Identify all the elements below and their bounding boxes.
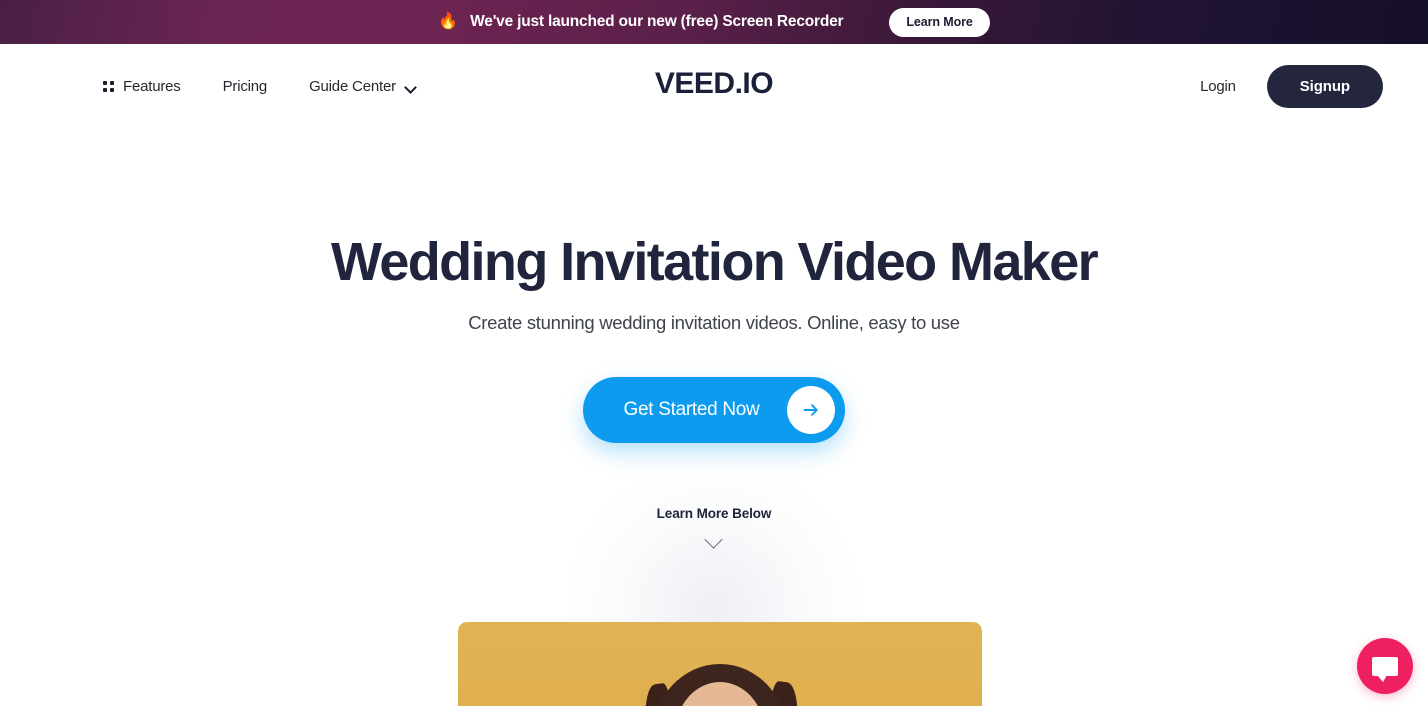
promo-banner-content: 🔥 We've just launched our new (free) Scr…	[438, 7, 990, 37]
fire-emoji-icon: 🔥	[438, 13, 459, 30]
nav-item-features-label: Features	[123, 77, 181, 95]
promo-banner-text: We've just launched our new (free) Scree…	[470, 13, 844, 30]
signup-button[interactable]: Signup	[1266, 64, 1383, 108]
nav-item-guide-center-label: Guide Center	[309, 77, 396, 95]
nav-item-features[interactable]: Features	[103, 78, 181, 95]
get-started-button[interactable]: Get Started Now	[582, 377, 846, 444]
chat-widget-button[interactable]	[1357, 638, 1413, 694]
scroll-hint-label: Learn More Below	[656, 506, 772, 522]
chat-bubble-icon	[1372, 656, 1398, 682]
nav-item-pricing-label: Pricing	[222, 77, 268, 95]
chevron-down-icon	[406, 83, 417, 90]
video-preview-container[interactable]	[458, 622, 982, 706]
scroll-hint[interactable]: Learn More Below	[0, 506, 1428, 545]
login-link[interactable]: Login	[1200, 78, 1236, 95]
chevron-down-icon[interactable]	[703, 533, 725, 545]
video-preview-thumbnail[interactable]	[458, 622, 982, 706]
navbar-right-actions: Login Signup	[1200, 44, 1383, 128]
navbar-left-links: Features Pricing Guide Center	[103, 44, 417, 128]
get-started-button-label: Get Started Now	[623, 399, 760, 421]
page-subtitle: Create stunning wedding invitation video…	[468, 312, 960, 334]
main-navbar: Features Pricing Guide Center VEED.IO Lo…	[0, 44, 1428, 128]
cta-container: Get Started Now	[0, 377, 1428, 444]
nav-item-pricing[interactable]: Pricing	[222, 77, 268, 95]
arrow-right-icon	[787, 386, 836, 435]
veed-logo[interactable]: VEED.IO	[655, 67, 774, 101]
promo-banner: 🔥 We've just launched our new (free) Scr…	[0, 0, 1428, 44]
promo-learn-more-button[interactable]: Learn More	[889, 7, 990, 37]
hero-section: Wedding Invitation Video Maker Create st…	[0, 128, 1428, 706]
nav-item-guide-center[interactable]: Guide Center	[309, 78, 417, 95]
page-title: Wedding Invitation Video Maker	[330, 232, 1099, 292]
grid-dots-icon	[103, 80, 114, 92]
